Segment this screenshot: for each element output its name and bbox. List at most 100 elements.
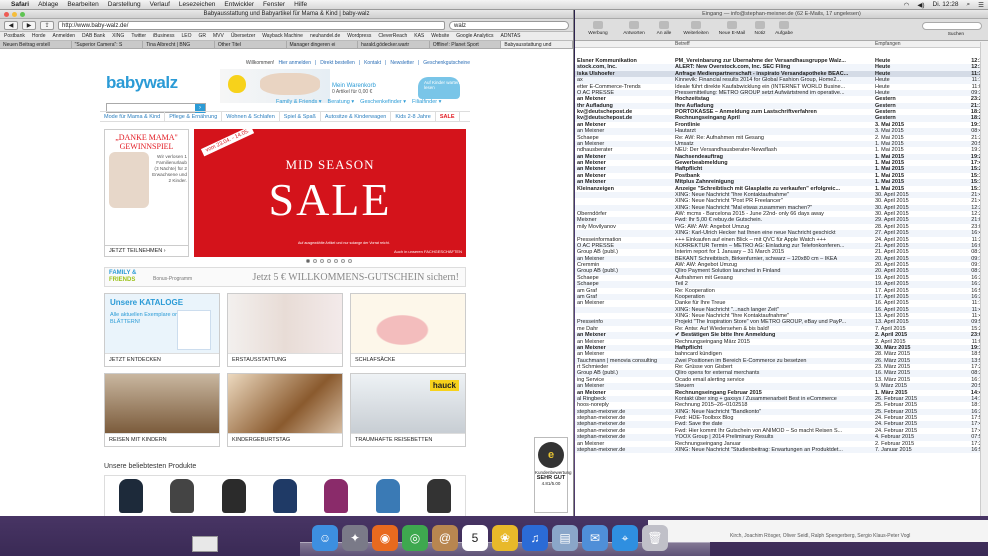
calendar-icon[interactable]: 5 xyxy=(462,525,488,551)
photos-icon[interactable]: ❀ xyxy=(492,525,518,551)
notification-center-icon[interactable]: ☰ xyxy=(978,1,984,9)
tile-kataloge[interactable]: Unsere KATALOGE Alle aktuellen Exemplare… xyxy=(104,293,220,367)
contacts-icon[interactable]: @ xyxy=(432,525,458,551)
tile-caption[interactable]: JETZT ENTDECKEN xyxy=(105,353,219,366)
back-button[interactable]: ◀ xyxy=(4,20,18,30)
reply-button[interactable]: Antworten xyxy=(617,21,651,36)
search-field[interactable]: walz xyxy=(449,20,569,30)
browser-tab-active[interactable]: Babyausstattung und xyxy=(501,41,573,48)
tile-schlafsaecke[interactable]: SCHLAFSÄCKE xyxy=(350,293,466,367)
bookmark-item[interactable]: Wordpress xyxy=(347,33,371,39)
menu-ablage[interactable]: Ablage xyxy=(38,1,58,8)
nav-spiel[interactable]: Spiel & Spaß xyxy=(280,112,321,121)
mail-row[interactable]: stephan-meixner.de XING: Neue Nachricht "… xyxy=(575,446,988,454)
nav-mode[interactable]: Mode für Mama & Kind xyxy=(100,112,166,121)
browser-tab[interactable]: Tina Albrecht | BNG xyxy=(143,41,215,48)
menu-lesezeichen[interactable]: Lesezeichen xyxy=(179,1,216,8)
preview-icon[interactable]: ▤ xyxy=(552,525,578,551)
close-window-icon[interactable] xyxy=(4,12,9,17)
mail-icon[interactable]: ✉ xyxy=(582,525,608,551)
bookmark-item[interactable]: MVV xyxy=(213,33,224,39)
browser-tab[interactable]: Other Titel xyxy=(215,41,287,48)
browser-tab[interactable]: Neuen Beitrag erstell xyxy=(0,41,72,48)
nav-pflege[interactable]: Pflege & Ernährung xyxy=(165,112,223,121)
menu-fenster[interactable]: Fenster xyxy=(263,1,285,8)
mail-search-input[interactable] xyxy=(922,22,982,30)
werbung-button[interactable]: Werbung xyxy=(581,21,615,36)
browser-tab[interactable]: Offline!: Planet Sport xyxy=(430,41,502,48)
tile-caption[interactable]: SCHLAFSÄCKE xyxy=(351,353,465,366)
contact-link[interactable]: Kontakt xyxy=(364,60,381,66)
product-car-seat[interactable] xyxy=(118,479,143,513)
bookmark-item[interactable]: DAB Bank xyxy=(82,33,105,39)
address-bar[interactable]: http://www.baby-walz.de/ xyxy=(58,20,445,30)
browser-tab[interactable]: Manager dingeren ei xyxy=(287,41,359,48)
bookmark-item[interactable]: Anmelden xyxy=(52,33,75,39)
safari-icon[interactable]: ⌖ xyxy=(612,525,638,551)
contest-button[interactable]: JETZT TEILNEHMEN › xyxy=(105,245,188,256)
carousel-dot[interactable] xyxy=(306,259,310,263)
nav-wohnen[interactable]: Wohnen & Schlafen xyxy=(222,112,280,121)
menu-bearbeiten[interactable]: Bearbeiten xyxy=(67,1,98,8)
tile-erstausstattung[interactable]: ERSTAUSSTATTUNG xyxy=(227,293,343,367)
menu-entwickler[interactable]: Entwickler xyxy=(224,1,254,8)
contest-teaser[interactable]: „DANKE MAMA" GEWINNSPIEL Wir verlosen 1 … xyxy=(104,129,189,257)
giftcard-link[interactable]: Geschenkgutscheine xyxy=(423,60,470,66)
nav-sale[interactable]: SALE xyxy=(436,112,460,121)
product-car-seat[interactable] xyxy=(170,479,195,513)
carousel-dot[interactable] xyxy=(348,259,352,263)
forward-button[interactable]: ▶ xyxy=(22,20,36,30)
babywalz-logo[interactable]: babywalz xyxy=(106,73,178,93)
bookmark-item[interactable]: Wayback Machine xyxy=(262,33,303,39)
quick-geschenkefinder[interactable]: Geschenkefinder ▾ xyxy=(360,99,406,105)
menu-app-safari[interactable]: Safari xyxy=(11,1,29,8)
bookmark-item[interactable]: Twitter xyxy=(131,33,146,39)
column-subject[interactable]: Betreff xyxy=(675,41,690,48)
product-stroller[interactable] xyxy=(375,479,400,513)
itunes-icon[interactable]: ♫ xyxy=(522,525,548,551)
tile-reisen[interactable]: REISEN MIT KINDERN xyxy=(104,373,220,447)
quick-family-friends[interactable]: Family & Friends ▾ xyxy=(276,99,322,105)
column-received[interactable]: Empfangen xyxy=(875,41,901,48)
quick-beratung[interactable]: Beratung ▾ xyxy=(328,99,355,105)
bookmark-item[interactable]: GR xyxy=(198,33,206,39)
finder-icon[interactable]: ☺ xyxy=(312,525,338,551)
spotlight-icon[interactable]: ⌕ xyxy=(967,1,971,9)
trusted-shops-seal[interactable]: e Kundenbewertung SEHR GUT 4.81/5.00 xyxy=(534,437,572,513)
menu-verlauf[interactable]: Verlauf xyxy=(150,1,170,8)
product-stroller[interactable] xyxy=(427,479,452,513)
bookmark-item[interactable]: Übersetzer xyxy=(231,33,255,39)
mail-scrollbar[interactable] xyxy=(980,42,988,516)
carousel-dot[interactable] xyxy=(320,259,324,263)
product-stroller[interactable] xyxy=(324,479,349,513)
carousel-dot[interactable] xyxy=(327,259,331,263)
menubar-clock[interactable]: Di. 12:28 xyxy=(933,1,959,8)
browser-tab[interactable]: harald.gödecker.wartr xyxy=(358,41,430,48)
bookmark-item[interactable]: Horde xyxy=(32,33,46,39)
bookmark-item[interactable]: Website xyxy=(431,33,449,39)
login-link[interactable]: Hier anmelden xyxy=(278,60,311,66)
menu-darstellung[interactable]: Darstellung xyxy=(108,1,141,8)
tile-caption[interactable]: ERSTAUSSTATTUNG xyxy=(228,353,342,366)
newsletter-link[interactable]: Newsletter xyxy=(390,60,414,66)
tile-reisebetten[interactable]: hauck TRAUMHAFTE REISEBETTEN xyxy=(350,373,466,447)
family-friends-banner[interactable]: FAMILY & FRIENDS Bonus-Programm Jetzt 5 €… xyxy=(104,267,466,287)
reply-all-button[interactable]: An alle xyxy=(647,21,681,36)
task-button[interactable]: Aufgabe xyxy=(767,21,801,36)
carousel-dot[interactable] xyxy=(334,259,338,263)
chrome-icon[interactable]: ◎ xyxy=(402,525,428,551)
wifi-icon[interactable]: ◠ xyxy=(904,1,910,9)
nav-kids[interactable]: Kids 2-8 Jahre xyxy=(391,112,436,121)
minimized-window-thumbnail[interactable] xyxy=(192,536,218,552)
bookmark-item[interactable]: KAS xyxy=(414,33,424,39)
minimize-window-icon[interactable] xyxy=(12,12,17,17)
browser-tab[interactable]: "Superior Camera": S xyxy=(72,41,144,48)
tile-caption[interactable]: TRAUMHAFTE REISEBETTEN xyxy=(351,433,465,446)
bookmark-item[interactable]: LEO xyxy=(181,33,191,39)
firefox-icon[interactable]: ◉ xyxy=(372,525,398,551)
car-badge-icon[interactable]: Auf Kinder warten lesen xyxy=(418,77,460,99)
launchpad-icon[interactable]: ✦ xyxy=(342,525,368,551)
menu-hilfe[interactable]: Hilfe xyxy=(294,1,307,8)
forward-button[interactable]: Weiterleiten xyxy=(679,21,713,36)
bookmark-item[interactable]: ADNTAS xyxy=(501,33,521,39)
